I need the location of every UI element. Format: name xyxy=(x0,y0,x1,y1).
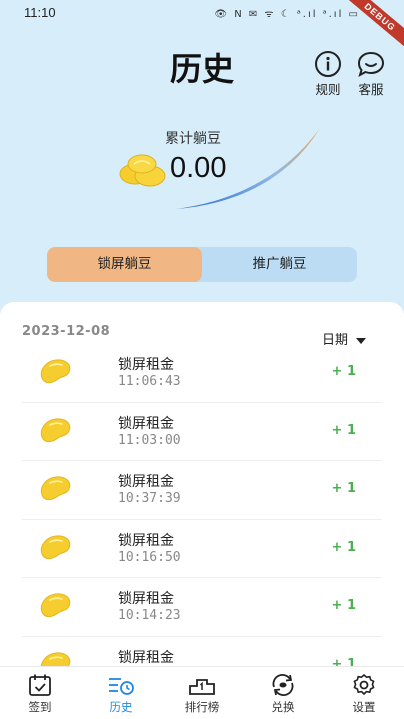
history-row-amount: + 1 xyxy=(331,422,356,438)
nav-item-checkin[interactable]: 签到 xyxy=(15,673,65,715)
history-list-icon xyxy=(109,678,134,695)
rules-button[interactable]: 规则 xyxy=(310,50,346,98)
exchange-icon xyxy=(272,674,294,696)
bean-pile-icon xyxy=(119,154,166,187)
nav-label-settings: 设置 xyxy=(352,700,376,714)
status-time: 11:10 xyxy=(24,5,56,20)
history-row-amount: + 1 xyxy=(331,364,356,379)
history-row-time: 11:06:43 xyxy=(118,374,181,389)
history-row-title: 锁屏租金 xyxy=(118,591,174,607)
history-row-amount: + 1 xyxy=(331,481,356,496)
bean-icon xyxy=(40,476,71,501)
history-row: 锁屏租金 10:16:50 + 1 xyxy=(22,520,382,578)
nav-item-settings[interactable]: 设置 xyxy=(339,673,389,715)
calendar-check-icon xyxy=(29,674,51,696)
bean-icon xyxy=(40,534,71,559)
bean-icon xyxy=(40,417,71,442)
history-row: 锁屏租金 10:37:39 + 1 xyxy=(22,461,382,520)
history-list: 锁屏租金 11:06:43 + 1 锁屏租金 11:03:00 + 1 锁屏租金 10:37:… xyxy=(22,344,382,695)
nav-item-leaderboard[interactable]: 排行榜 xyxy=(177,673,227,715)
history-row-title: 锁屏租金 xyxy=(118,649,174,666)
tab-lockscreen-beans[interactable]: 锁屏躺豆 xyxy=(47,247,202,282)
history-row-title: 锁屏租金 xyxy=(118,474,174,490)
status-icons: 👁 N ✉ ᯤ ☾ ᵃ.ıl ᵃ.ıl ▭ xyxy=(214,9,360,20)
customer-service-button[interactable]: 客服 xyxy=(353,50,389,98)
rules-label: 规则 xyxy=(315,82,341,97)
nav-label-leaderboard: 排行榜 xyxy=(184,700,220,714)
caret-down-icon xyxy=(356,337,367,344)
balance-label: 累计躺豆 xyxy=(165,131,221,147)
bean-type-tabs: 锁屏躺豆 推广躺豆 xyxy=(47,247,357,282)
history-row: 锁屏租金 11:06:43 + 1 xyxy=(22,344,382,403)
nav-item-exchange[interactable]: 兑换 xyxy=(258,673,308,715)
history-row-title: 锁屏租金 xyxy=(118,357,174,373)
info-icon xyxy=(315,51,341,77)
status-bar: 11:10 👁 N ✉ ᯤ ☾ ᵃ.ıl ᵃ.ıl ▭ xyxy=(0,0,404,26)
bottom-nav: 签到 历史 排行榜 兑换 设置 xyxy=(0,666,404,719)
nav-label-exchange: 兑换 xyxy=(271,700,295,714)
customer-service-label: 客服 xyxy=(358,82,384,97)
date-heading: 2023-12-08 xyxy=(22,324,111,339)
bean-icon xyxy=(40,593,71,618)
balance-value: 0.00 xyxy=(170,152,227,184)
nav-label-history: 历史 xyxy=(109,700,133,714)
history-row: 锁屏租金 10:14:23 + 1 xyxy=(22,578,382,637)
bean-icon xyxy=(40,359,71,384)
podium-icon xyxy=(189,679,215,695)
history-row-title: 锁屏租金 xyxy=(118,415,174,432)
history-row-time: 10:37:39 xyxy=(118,491,181,506)
history-row-amount: + 1 xyxy=(331,539,356,555)
history-row-time: 10:16:50 xyxy=(118,549,181,565)
nav-item-history[interactable]: 历史 xyxy=(96,673,146,715)
chat-bubble-icon xyxy=(357,51,385,78)
history-row: 锁屏租金 11:03:00 + 1 xyxy=(22,403,382,461)
history-row-time: 10:14:23 xyxy=(118,608,181,623)
nav-label-checkin: 签到 xyxy=(28,700,52,714)
history-row-time: 11:03:00 xyxy=(118,432,181,448)
tab-promotion-beans[interactable]: 推广躺豆 xyxy=(202,247,357,282)
gear-icon xyxy=(353,674,375,695)
history-row-amount: + 1 xyxy=(331,598,356,613)
history-row-title: 锁屏租金 xyxy=(118,532,174,549)
